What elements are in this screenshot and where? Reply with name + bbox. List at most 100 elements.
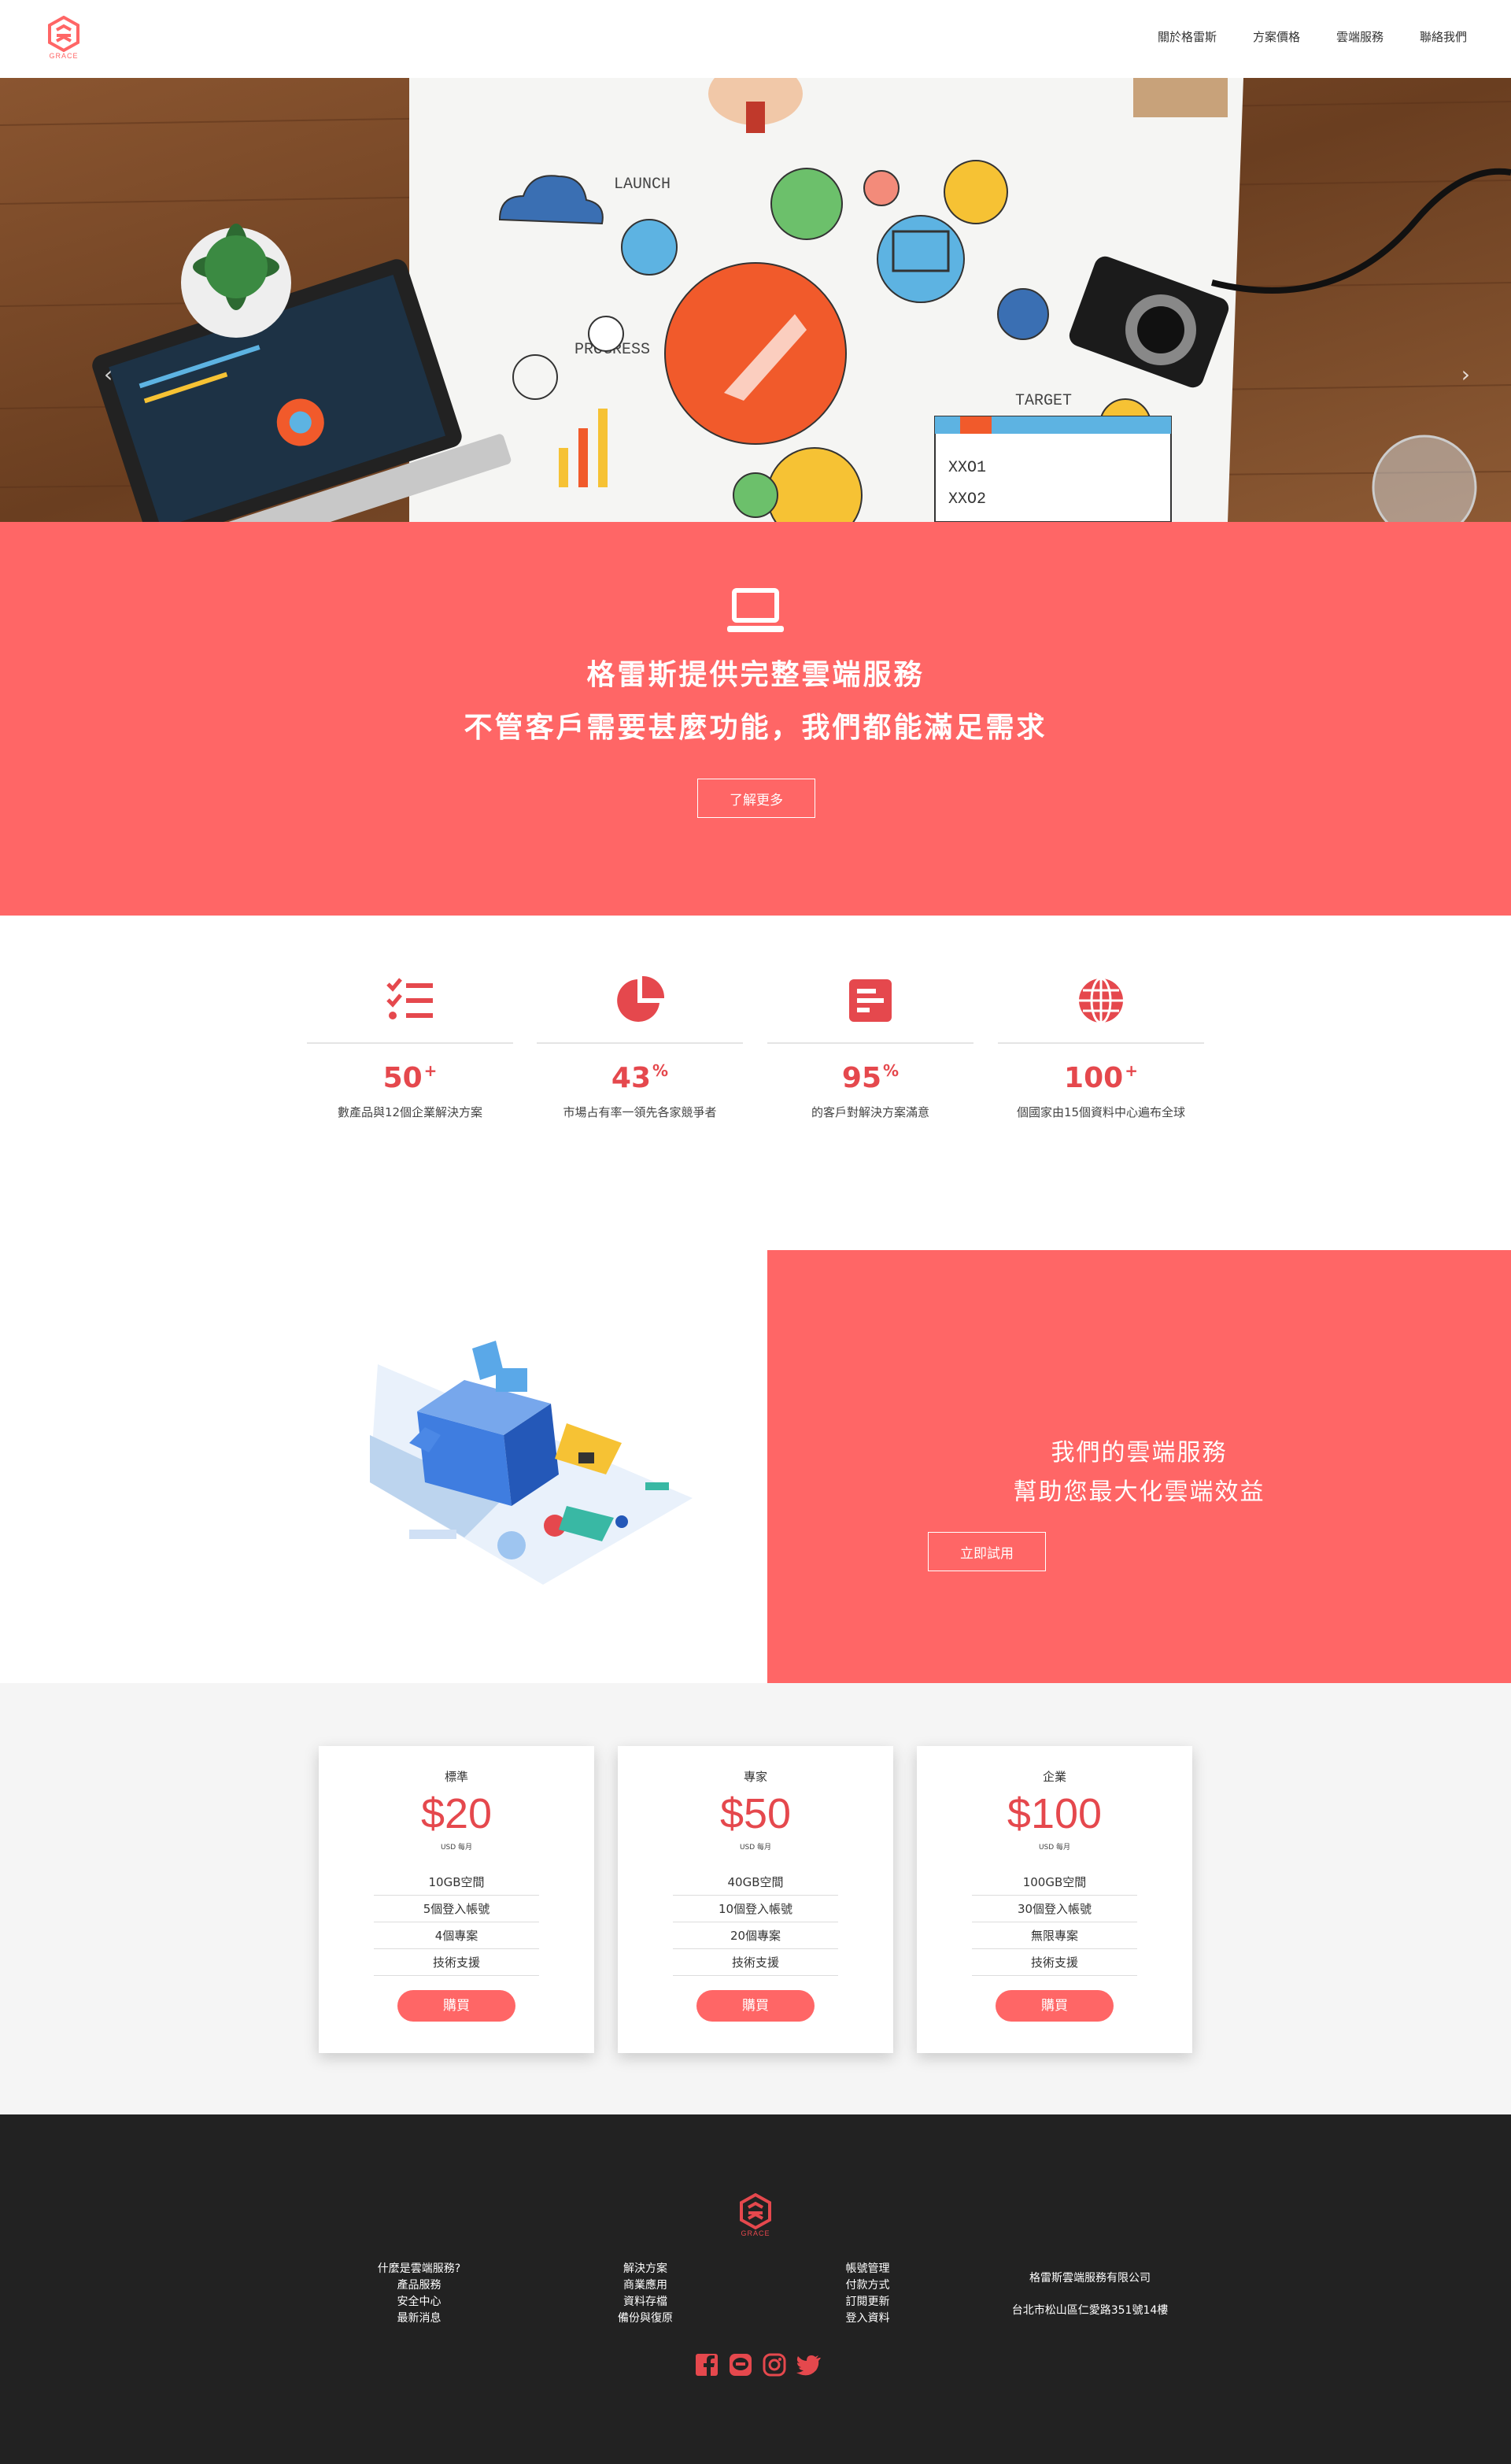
footer-link[interactable]: 最新消息	[370, 2310, 468, 2327]
footer-link[interactable]: 帳號管理	[834, 2261, 901, 2277]
footer-link[interactable]: 商業應用	[606, 2277, 685, 2294]
stat-number: 50 +	[382, 1061, 438, 1094]
pricing-section: 標準 $20 USD 每月 10GB空間 5個登入帳號 4個專案 技術支援 購買…	[0, 1683, 1511, 2114]
plan-price: $20	[420, 1790, 493, 1837]
checklist-icon	[386, 978, 433, 1019]
stats-section: 50 + 數產品與12個企業解決方案 43% 市場占有率一領先各家競爭者 95% …	[0, 916, 1511, 1246]
stat-number: 43%	[611, 1061, 669, 1094]
nav-link-pricing[interactable]: 方案價格	[1253, 28, 1300, 45]
plan-feature: 20個專案	[673, 1922, 838, 1949]
footer-link[interactable]: 什麼是雲端服務?	[370, 2261, 468, 2277]
stat-item: 50 + 數產品與12個企業解決方案	[307, 975, 513, 1120]
buy-button[interactable]: 購買	[696, 1990, 815, 2022]
svg-text:XXO1: XXO1	[948, 459, 986, 477]
stat-divider	[537, 1042, 743, 1044]
svg-text:TARGET: TARGET	[1015, 392, 1072, 410]
banner-subheadline: 不管客戶需要甚麼功能，我們都能滿足需求	[464, 712, 1047, 744]
plan-feature: 技術支援	[972, 1949, 1137, 1976]
footer-link[interactable]: 解決方案	[606, 2261, 685, 2277]
brand-logo[interactable]: GRACE	[44, 15, 83, 65]
company-address: 台北市松山區仁愛路351號14樓	[1011, 2304, 1169, 2317]
stat-description: 的客戶對解決方案滿意	[811, 1105, 929, 1119]
svg-text:XXO2: XXO2	[948, 490, 986, 509]
stat-description: 市場占有率一領先各家競爭者	[563, 1105, 717, 1119]
buy-button[interactable]: 購買	[996, 1990, 1114, 2022]
footer-link[interactable]: 訂閱更新	[834, 2294, 901, 2310]
footer-link[interactable]: 登入資料	[834, 2310, 901, 2327]
line-icon[interactable]	[728, 2352, 753, 2377]
plan-price: $50	[719, 1790, 792, 1837]
buy-button[interactable]: 購買	[397, 1990, 515, 2022]
company-name: 格雷斯雲端服務有限公司	[1029, 2272, 1151, 2285]
stat-divider	[307, 1042, 513, 1044]
footer-link[interactable]: 安全中心	[370, 2294, 468, 2310]
plan-features: 40GB空間 10個登入帳號 20個專案 技術支援	[673, 1869, 838, 1976]
chevron-right-icon: ›	[1461, 361, 1470, 387]
logo-icon	[48, 15, 79, 53]
stat-divider	[998, 1042, 1204, 1044]
stat-number: 95%	[841, 1061, 900, 1094]
stat-description: 數產品與12個企業解決方案	[337, 1105, 483, 1119]
plan-feature: 無限專案	[972, 1922, 1137, 1949]
nav-link-services[interactable]: 雲端服務	[1336, 28, 1384, 45]
chevron-left-icon: ‹	[104, 361, 113, 387]
stat-number: 100 +	[1064, 1061, 1138, 1094]
cloud-illustration	[370, 1341, 693, 1585]
banner-headline: 格雷斯提供完整雲端服務	[586, 659, 925, 691]
plan-features: 10GB空間 5個登入帳號 4個專案 技術支援	[374, 1869, 539, 1976]
footer-column-account: 帳號管理 付款方式 訂閱更新 登入資料	[834, 2261, 901, 2327]
plan-features: 100GB空間 30個登入帳號 無限專案 技術支援	[972, 1869, 1137, 1976]
stat-description: 個國家由15個資料中心遍布全球	[1016, 1105, 1186, 1119]
plan-feature: 10個登入帳號	[673, 1896, 838, 1922]
plan-name: 專家	[743, 1770, 767, 1784]
plan-feature: 40GB空間	[673, 1869, 838, 1896]
facebook-icon[interactable]	[694, 2352, 719, 2377]
plan-feature: 技術支援	[374, 1949, 539, 1976]
nav-link-about[interactable]: 關於格雷斯	[1158, 28, 1217, 45]
logo-text: GRACE	[49, 52, 79, 60]
carousel-next-button[interactable]: ›	[1461, 361, 1470, 387]
instagram-icon[interactable]	[762, 2352, 787, 2377]
learn-more-button[interactable]: 了解更多	[697, 779, 815, 818]
feature-section: 我們的雲端服務 幫助您最大化雲端效益 立即試用	[0, 1246, 1511, 1683]
pie-chart-icon	[617, 975, 665, 1022]
footer-column-about: 什麼是雲端服務? 產品服務 安全中心 最新消息	[370, 2261, 468, 2327]
footer-link[interactable]: 付款方式	[834, 2277, 901, 2294]
nav-link-contact[interactable]: 聯絡我們	[1420, 28, 1467, 45]
navbar: GRACE 關於格雷斯 方案價格 雲端服務 聯絡我們	[0, 0, 1511, 78]
company-info: 格雷斯雲端服務有限公司 台北市松山區仁愛路351號14樓	[1007, 2270, 1173, 2319]
feature-illustration-panel	[0, 1246, 767, 1683]
hero-image: LAUNCH PROGRESS TARGET XXO1 XXO2	[0, 78, 1511, 522]
globe-icon	[1079, 977, 1123, 1024]
feature-headline: 我們的雲端服務	[1051, 1439, 1228, 1467]
footer-link[interactable]: 產品服務	[370, 2277, 468, 2294]
footer-link[interactable]: 資料存檔	[606, 2294, 685, 2310]
carousel-prev-button[interactable]: ‹	[104, 361, 113, 387]
footer: GRACE 什麼是雲端服務? 產品服務 安全中心 最新消息 解決方案 商業應用 …	[0, 2114, 1511, 2464]
plan-feature: 10GB空間	[374, 1869, 539, 1896]
stat-item: 100 + 個國家由15個資料中心遍布全球	[998, 975, 1204, 1120]
footer-column-solutions: 解決方案 商業應用 資料存檔 備份與復原	[606, 2261, 685, 2327]
pricing-card-standard: 標準 $20 USD 每月 10GB空間 5個登入帳號 4個專案 技術支援 購買	[319, 1746, 594, 2053]
pricing-card-expert: 專家 $50 USD 每月 40GB空間 10個登入帳號 20個專案 技術支援 …	[618, 1746, 893, 2053]
try-now-button[interactable]: 立即試用	[928, 1532, 1046, 1571]
plan-feature: 技術支援	[673, 1949, 838, 1976]
plan-feature: 5個登入帳號	[374, 1896, 539, 1922]
stat-item: 95% 的客戶對解決方案滿意	[767, 975, 973, 1120]
footer-logo[interactable]: GRACE	[736, 2192, 775, 2242]
plan-feature: 30個登入帳號	[972, 1896, 1137, 1922]
plan-price: $100	[1007, 1790, 1103, 1837]
bar-chart-icon	[849, 979, 892, 1022]
logo-icon	[740, 2192, 771, 2230]
stat-divider	[767, 1042, 973, 1044]
feature-cta-panel: 我們的雲端服務 幫助您最大化雲端效益 立即試用	[767, 1250, 1511, 1683]
social-links	[694, 2352, 821, 2377]
footer-link[interactable]: 備份與復原	[606, 2310, 685, 2327]
intro-banner: 格雷斯提供完整雲端服務 不管客戶需要甚麼功能，我們都能滿足需求 了解更多	[0, 522, 1511, 916]
plan-feature: 100GB空間	[972, 1869, 1137, 1896]
laptop-icon	[727, 588, 784, 632]
twitter-icon[interactable]	[796, 2352, 821, 2377]
logo-text: GRACE	[741, 2229, 770, 2237]
plan-name: 企業	[1042, 1770, 1066, 1784]
hero-carousel: LAUNCH PROGRESS TARGET XXO1 XXO2	[0, 78, 1511, 522]
